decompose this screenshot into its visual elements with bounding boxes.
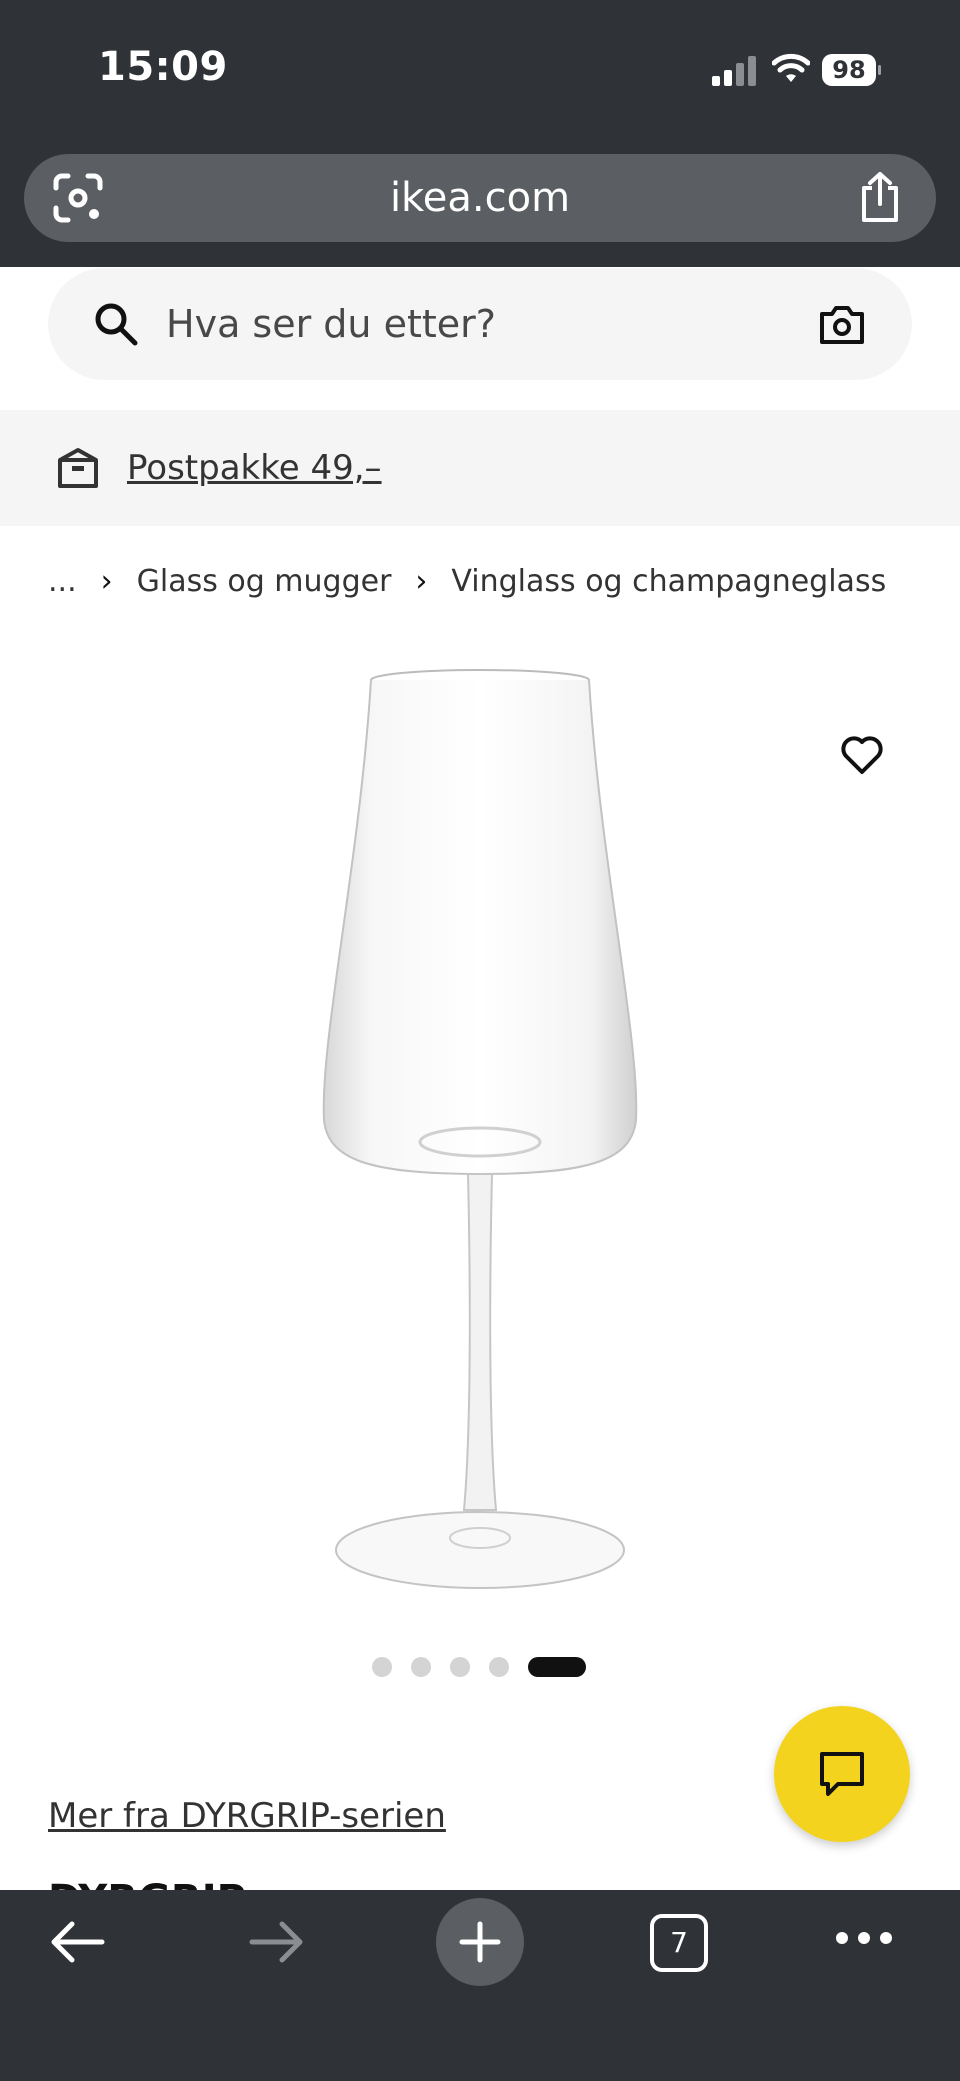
- image-carousel-dots: [372, 1656, 586, 1678]
- url-text: ikea.com: [389, 175, 571, 221]
- chevron-right-icon: ›: [415, 563, 428, 599]
- back-icon[interactable]: [48, 1916, 106, 1968]
- url-bar[interactable]: ikea.com: [24, 154, 936, 242]
- breadcrumb-ellipsis[interactable]: ...: [48, 564, 77, 599]
- series-link[interactable]: Mer fra DYRGRIP-serien: [48, 1796, 446, 1836]
- battery-level: 98: [822, 54, 876, 86]
- chevron-right-icon: ›: [100, 563, 113, 599]
- product-image[interactable]: [300, 660, 660, 1610]
- browser-bottom-bar: 7: [0, 1890, 960, 2081]
- chat-icon: [820, 1752, 864, 1796]
- search-input[interactable]: Hva ser du etter?: [48, 268, 912, 380]
- battery-indicator: 98: [822, 54, 881, 86]
- search-placeholder: Hva ser du etter?: [166, 302, 496, 346]
- tab-switcher-button[interactable]: 7: [650, 1914, 708, 1972]
- new-tab-button[interactable]: [436, 1898, 524, 1986]
- wifi-icon: [772, 53, 810, 82]
- more-icon[interactable]: [834, 1928, 894, 1948]
- carousel-dot-active[interactable]: [528, 1657, 586, 1677]
- carousel-dot[interactable]: [372, 1657, 392, 1677]
- promo-link[interactable]: Postpakke 49,–: [127, 410, 382, 526]
- share-icon[interactable]: [854, 170, 906, 224]
- breadcrumb-item-glass-og-mugger[interactable]: Glass og mugger: [137, 564, 392, 599]
- shipping-promo-banner[interactable]: Postpakke 49,–: [0, 410, 960, 526]
- chat-button[interactable]: [774, 1706, 910, 1842]
- carousel-dot[interactable]: [411, 1657, 431, 1677]
- box-icon: [58, 448, 98, 488]
- lens-icon[interactable]: [52, 172, 104, 224]
- search-icon: [95, 303, 138, 346]
- plus-icon: [459, 1921, 501, 1963]
- signal-icon: [712, 56, 756, 86]
- product-name: DYRGRIP: [48, 1872, 246, 1890]
- heart-icon[interactable]: [838, 730, 886, 778]
- browser-top-bar: 15:09 98 ikea.com: [0, 0, 960, 267]
- camera-icon[interactable]: [818, 300, 866, 348]
- status-time: 15:09: [98, 44, 228, 90]
- carousel-dot[interactable]: [450, 1657, 470, 1677]
- breadcrumb: ... › Glass og mugger › Vinglass og cham…: [48, 560, 886, 602]
- breadcrumb-item-vinglass[interactable]: Vinglass og champagneglass: [451, 564, 886, 599]
- carousel-dot[interactable]: [489, 1657, 509, 1677]
- forward-icon[interactable]: [248, 1916, 306, 1968]
